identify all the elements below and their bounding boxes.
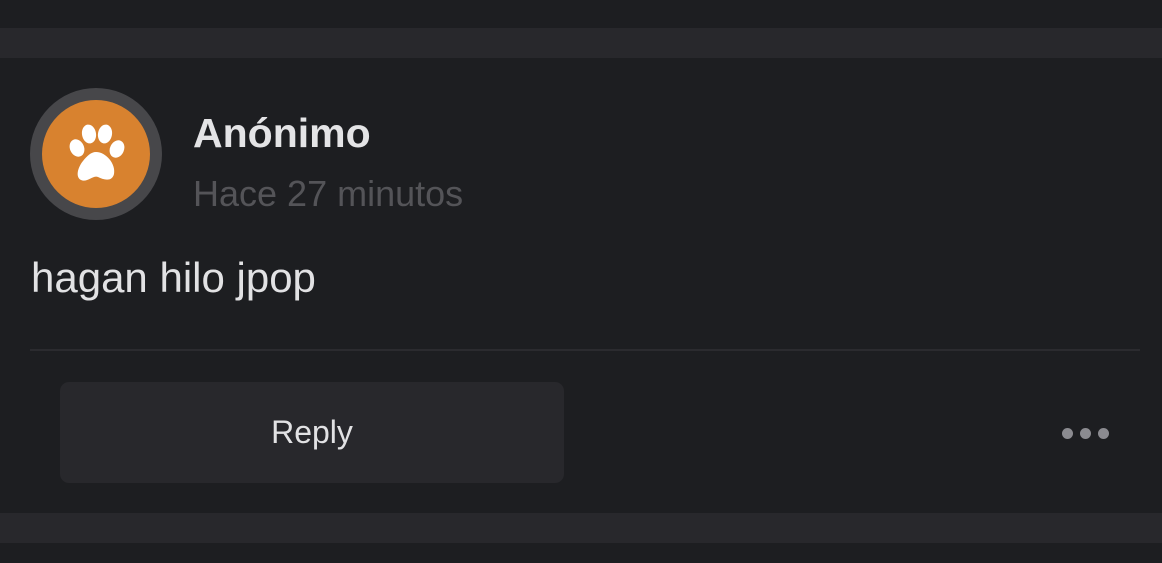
avatar[interactable]	[30, 88, 162, 220]
feed-separator-top	[0, 28, 1162, 58]
author-name[interactable]: Anónimo	[193, 108, 371, 158]
more-horizontal-icon-dot	[1098, 428, 1109, 439]
reply-button[interactable]: Reply	[60, 382, 564, 483]
divider	[30, 349, 1140, 351]
paw-icon	[69, 124, 125, 181]
post-body: hagan hilo jpop	[31, 254, 316, 301]
more-horizontal-icon-dot	[1080, 428, 1091, 439]
more-options-button[interactable]	[1052, 412, 1118, 454]
more-horizontal-icon	[1062, 428, 1073, 439]
post-card: Anónimo Hace 27 minutos hagan hilo jpop …	[0, 58, 1162, 513]
post-timestamp: Hace 27 minutos	[193, 173, 464, 214]
feed-separator-bottom	[0, 513, 1162, 543]
top-spacer	[0, 0, 1162, 28]
avatar-badge	[42, 100, 150, 208]
bottom-spacer	[0, 543, 1162, 563]
